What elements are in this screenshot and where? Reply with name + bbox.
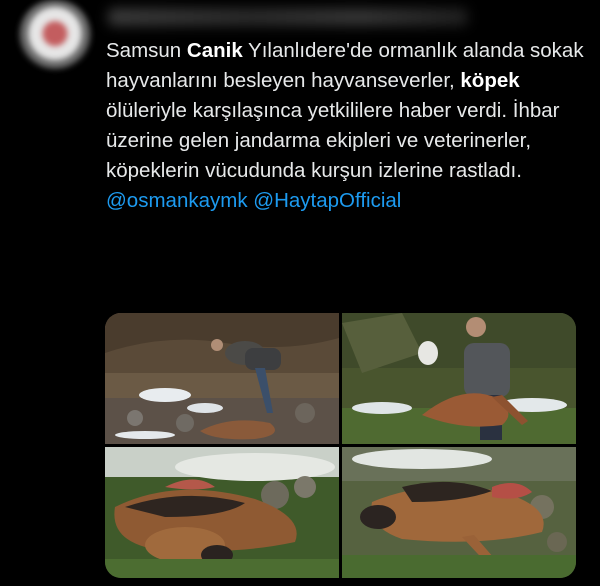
mention-link[interactable]: @osmankaymk: [106, 189, 248, 212]
photo-man-holding-dog[interactable]: [342, 313, 576, 444]
tweet-text: Samsun Canik Yılanlıdere'de ormanlık ala…: [106, 36, 586, 216]
photo-dead-dog-closeup-right[interactable]: [342, 447, 576, 578]
mentions: @osmankaymk @HaytapOfficial: [106, 186, 586, 216]
photo-dead-dog-closeup-left[interactable]: [105, 447, 339, 578]
photo-man-kneeling-by-dog[interactable]: [105, 313, 339, 444]
media-grid[interactable]: [105, 313, 576, 578]
tweet[interactable]: Samsun Canik Yılanlıdere'de ormanlık ala…: [0, 0, 600, 586]
avatar-blurred[interactable]: [18, 0, 92, 70]
tweet-text-part: Samsun: [106, 39, 187, 62]
tweet-text-bold-canik: Canik: [186, 39, 243, 62]
mention-link[interactable]: @HaytapOfficial: [253, 189, 401, 212]
tweet-text-bold-kopek: köpek: [460, 69, 520, 92]
author-name-blurred[interactable]: [108, 8, 468, 26]
tweet-text-part: ölüleriyle karşılaşınca yetkililere habe…: [106, 99, 560, 182]
